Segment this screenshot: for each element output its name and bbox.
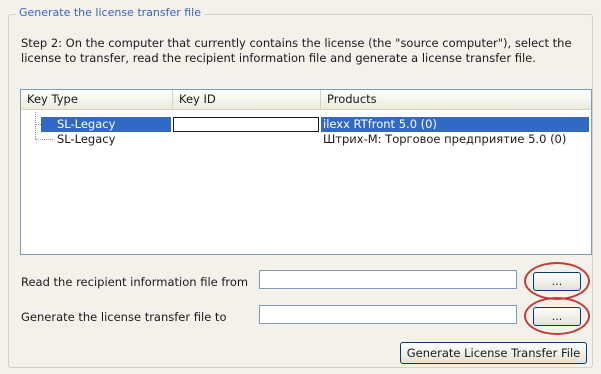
- license-list-header: Key Type Key ID Products: [21, 90, 591, 110]
- key-id-cell: [173, 132, 319, 147]
- transfer-file-input[interactable]: [259, 305, 517, 324]
- column-header-key-id[interactable]: Key ID: [173, 90, 321, 109]
- step-instructions: Step 2: On the computer that currently c…: [21, 36, 572, 65]
- generate-license-transfer-button[interactable]: Generate License Transfer File: [400, 342, 587, 364]
- key-type-cell: SL-Legacy: [41, 117, 171, 132]
- column-header-key-type[interactable]: Key Type: [21, 90, 173, 109]
- license-transfer-panel: Generate the license transfer file Step …: [0, 0, 601, 374]
- group-title: Generate the license transfer file: [16, 6, 205, 19]
- products-cell: Штрих-М: Торговое предприятие 5.0 (0): [323, 132, 567, 146]
- key-type-cell: SL-Legacy: [57, 132, 116, 146]
- browse-transfer-button[interactable]: ...: [533, 307, 581, 326]
- license-row-selected[interactable]: SL-Legacy ilexx RTfront 5.0 (0): [21, 117, 591, 132]
- products-cell: ilexx RTfront 5.0 (0): [321, 117, 589, 132]
- browse-recipient-button[interactable]: ...: [533, 272, 581, 291]
- recipient-file-input[interactable]: [259, 270, 517, 289]
- recipient-file-label: Read the recipient information file from: [21, 275, 249, 289]
- column-header-products[interactable]: Products: [321, 90, 591, 109]
- license-row[interactable]: SL-Legacy Штрих-М: Торговое предприятие …: [21, 132, 591, 147]
- key-id-cell: [173, 117, 319, 132]
- transfer-file-label: Generate the license transfer file to: [21, 310, 227, 324]
- license-list[interactable]: Key Type Key ID Products SL-Legacy ilexx…: [20, 89, 592, 255]
